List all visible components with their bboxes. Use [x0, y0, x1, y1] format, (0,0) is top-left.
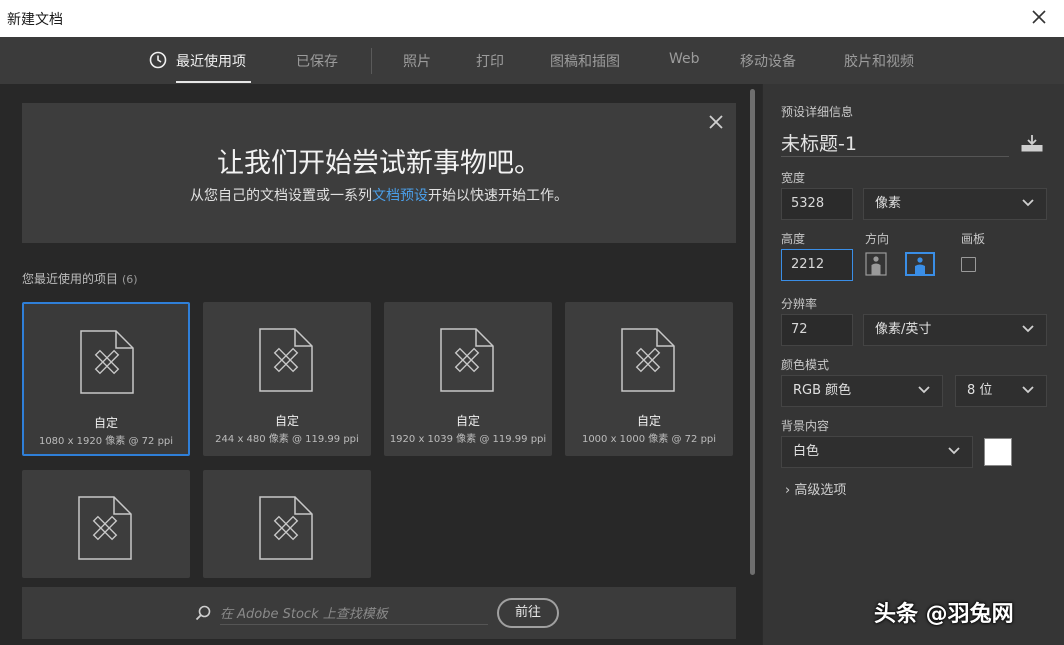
document-icon: [80, 330, 134, 394]
artboard-checkbox[interactable]: [961, 257, 976, 272]
chevron-down-icon: [1022, 199, 1034, 207]
recent-count: (6): [122, 273, 138, 286]
recent-heading: 您最近使用的项目 (6): [22, 272, 138, 286]
tab-web[interactable]: Web: [669, 51, 700, 67]
recent-item[interactable]: 自定 1080 x 1920 像素 @ 72 ppi: [22, 302, 190, 456]
save-preset-icon[interactable]: [1021, 134, 1043, 152]
width-input[interactable]: 5328: [781, 188, 853, 220]
active-tab-indicator: [176, 81, 251, 83]
category-tabbar: 最近使用项 已保存 照片 打印 图稿和插图 Web 移动设备 胶片和视频: [0, 37, 1064, 84]
recent-item-meta: 1000 x 1000 像素 @ 72 ppi: [581, 434, 717, 445]
preset-section-label: 预设详细信息: [781, 105, 854, 119]
document-name-input[interactable]: 未标题-1: [781, 129, 1009, 157]
tab-divider: [371, 48, 372, 74]
bit-depth-select[interactable]: 8 位: [955, 375, 1047, 407]
document-icon: [259, 328, 313, 392]
chevron-right-icon: ›: [785, 483, 791, 498]
chevron-down-icon: [1022, 325, 1034, 333]
watermark: 头条 @羽兔网: [874, 602, 1014, 627]
stock-search-input[interactable]: 在 Adobe Stock 上查找模板: [220, 603, 488, 625]
close-icon[interactable]: [1028, 6, 1050, 28]
recent-item[interactable]: 自定 1000 x 1000 像素 @ 72 ppi: [565, 302, 733, 456]
resolution-input[interactable]: 72: [781, 314, 853, 346]
chevron-down-icon: [1022, 386, 1034, 394]
doc-presets-link[interactable]: 文档预设: [372, 188, 428, 204]
chevron-down-icon: [918, 386, 930, 394]
chevron-down-icon: [948, 447, 960, 455]
background-color-swatch[interactable]: [984, 438, 1012, 466]
resolution-label: 分辨率: [781, 297, 818, 311]
tab-film-video[interactable]: 胶片和视频: [844, 51, 914, 71]
recent-item[interactable]: [22, 470, 190, 578]
color-mode-select[interactable]: RGB 颜色: [781, 375, 943, 407]
tab-saved[interactable]: 已保存: [296, 51, 338, 71]
go-button[interactable]: 前往: [497, 598, 559, 628]
recent-item-name: 自定: [455, 414, 480, 428]
banner-headline: 让我们开始尝试新事物吧。: [217, 148, 541, 179]
recent-item[interactable]: 自定 244 x 480 像素 @ 119.99 ppi: [203, 302, 371, 456]
tab-mobile[interactable]: 移动设备: [740, 51, 796, 71]
preset-details-panel: 预设详细信息 未标题-1 宽度 5328 像素 高度 方向 画板 2212 分辨…: [762, 84, 1064, 645]
width-label: 宽度: [781, 171, 806, 185]
orientation-label: 方向: [865, 232, 890, 246]
height-input[interactable]: 2212: [781, 249, 853, 281]
artboard-label: 画板: [961, 232, 986, 246]
recent-panel: 让我们开始尝试新事物吧。 从您自己的文档设置或一系列文档预设开始以快速开始工作。…: [0, 84, 762, 645]
search-icon: [195, 605, 211, 621]
recent-item-name: 自定: [274, 414, 299, 428]
scrollbar-thumb[interactable]: [750, 89, 755, 575]
advanced-options-toggle[interactable]: › 高级选项: [785, 479, 846, 498]
window-title: 新建文档: [7, 12, 63, 28]
welcome-banner: 让我们开始尝试新事物吧。 从您自己的文档设置或一系列文档预设开始以快速开始工作。: [22, 103, 736, 243]
resolution-unit-select[interactable]: 像素/英寸: [863, 314, 1047, 346]
background-select[interactable]: 白色: [781, 436, 973, 468]
recent-item-name: 自定: [93, 416, 118, 430]
close-banner-icon[interactable]: [708, 114, 724, 130]
tab-print[interactable]: 打印: [476, 51, 504, 71]
tab-photo[interactable]: 照片: [403, 51, 431, 71]
recent-item-name: 自定: [636, 414, 661, 428]
document-icon: [259, 496, 313, 560]
document-icon: [440, 328, 494, 392]
clock-icon: [149, 51, 167, 69]
stock-search-bar: 在 Adobe Stock 上查找模板 前往: [22, 587, 736, 639]
recent-item-meta: 244 x 480 像素 @ 119.99 ppi: [215, 434, 359, 445]
tab-recent[interactable]: 最近使用项: [176, 51, 246, 71]
document-icon: [78, 496, 132, 560]
width-unit-select[interactable]: 像素: [863, 188, 1047, 220]
tab-art-illustration[interactable]: 图稿和插图: [550, 51, 620, 71]
background-label: 背景内容: [781, 419, 830, 433]
recent-item[interactable]: 自定 1920 x 1039 像素 @ 119.99 ppi: [384, 302, 552, 456]
window-titlebar: 新建文档: [0, 0, 1064, 37]
color-mode-label: 颜色模式: [781, 358, 830, 372]
height-label: 高度: [781, 232, 806, 246]
document-icon: [621, 328, 675, 392]
recent-item[interactable]: [203, 470, 371, 578]
recent-item-meta: 1920 x 1039 像素 @ 119.99 ppi: [389, 434, 547, 445]
portrait-orientation-icon[interactable]: [865, 252, 887, 276]
recent-item-meta: 1080 x 1920 像素 @ 72 ppi: [38, 436, 174, 447]
landscape-orientation-icon[interactable]: [905, 252, 935, 276]
banner-subtext: 从您自己的文档设置或一系列文档预设开始以快速开始工作。: [190, 188, 568, 204]
